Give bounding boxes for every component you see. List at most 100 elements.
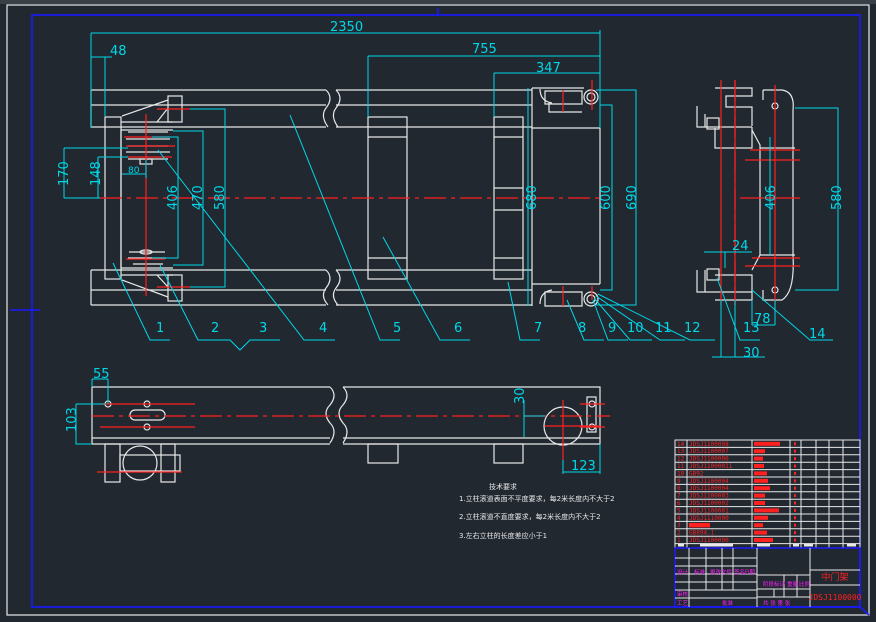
part-label-4: 4	[319, 321, 327, 336]
bom-item-code: GB92	[689, 470, 704, 477]
dim-80: 80	[128, 166, 140, 176]
part-label-6: 6	[454, 321, 462, 336]
tech-req-item: 2.立柱滚道不直度要求，每2米长度内不大于2	[459, 512, 601, 521]
bom-item-number: 1	[677, 537, 681, 544]
bom-item-qty-mark	[794, 531, 796, 535]
part-numbers: 1 2 3 4 5 6 7 8 9 10 11 12 13 14	[156, 321, 826, 342]
bom-item-number: 10	[677, 470, 685, 477]
bom-item-name-mark	[754, 464, 764, 468]
title-block: 设计 标准 更改文件 签名日期 阶段标记 重量 比例 审核工艺 批准 共 张 第 张 中门架…	[674, 547, 862, 608]
bom-item-qty-mark	[794, 486, 796, 490]
tech-req-item: 3.左右立柱的长度差应小于1	[459, 531, 547, 540]
bom-item-qty-mark	[794, 538, 796, 542]
bom-item-name-mark	[754, 501, 765, 505]
cad-drawing: 2350 48 755 347 170 148 80 406 470 580 6…	[0, 0, 876, 616]
bom-item-name-mark	[754, 478, 768, 483]
svg-text:共 张 第 张: 共 张 第 张	[763, 599, 791, 607]
part-label-12: 12	[684, 321, 701, 336]
part-label-9: 9	[608, 321, 616, 336]
bom-item-qty-mark	[794, 442, 796, 446]
dim-2350: 2350	[330, 20, 363, 35]
bom-header-cell	[847, 544, 856, 547]
bom-item-name-mark	[754, 508, 779, 513]
svg-text:更改文件: 更改文件	[710, 568, 733, 576]
bom-item-code: JDSJ11000011	[689, 463, 733, 470]
bom-item-code: JDSJ1100003	[689, 493, 729, 500]
bom-item-name-mark	[754, 449, 765, 454]
bom-header-cell	[700, 544, 733, 547]
bom-item-qty-mark	[794, 464, 796, 468]
bom-item-qty-mark	[794, 508, 796, 512]
svg-text:日期: 日期	[744, 569, 756, 576]
bom-item-number: 4	[677, 515, 681, 522]
dim-30: 30	[743, 346, 760, 361]
technical-requirements: 技术要求 1.立柱滚道表面不平度要求，每2米长度内不大于2 2.立柱滚道不直度要…	[459, 482, 615, 540]
svg-text:工艺: 工艺	[677, 600, 689, 607]
bom-item-code: GB894.1	[689, 530, 715, 537]
dim-347: 347	[536, 61, 561, 76]
dim-690: 690	[625, 185, 640, 210]
bom-item-number: 5	[677, 507, 681, 514]
dim-580: 580	[213, 185, 228, 210]
part-label-13: 13	[743, 321, 760, 336]
side-view	[696, 80, 800, 305]
bom-item-number: 3	[677, 522, 681, 529]
dim-755: 755	[472, 42, 497, 57]
bom-item-number: 9	[677, 478, 681, 485]
bom-item-qty-mark	[794, 501, 796, 505]
dim-148: 148	[89, 161, 104, 186]
bom-item-code: JDSJ1100004	[689, 478, 729, 485]
dim-600: 600	[599, 185, 614, 210]
bom-item-qty-mark	[794, 479, 796, 483]
bom-item-name-mark	[754, 523, 763, 528]
bom-item-code: JDSJ1100000	[689, 537, 729, 544]
dim-side-580: 580	[830, 185, 845, 210]
bom-item-name-mark	[754, 530, 767, 535]
bom-item-number: 2	[677, 530, 681, 537]
bom-item-name-mark	[754, 456, 763, 461]
bom-item-number: 7	[677, 493, 681, 500]
bom-item-qty-mark	[794, 471, 796, 475]
bom-item-code: JDSJ1100002	[689, 500, 729, 507]
bom-item-code: JDSJ1100007	[689, 448, 729, 455]
svg-text:批准: 批准	[722, 599, 734, 607]
part-label-7: 7	[534, 321, 542, 336]
dim-103: 103	[65, 407, 80, 432]
svg-text:设计: 设计	[677, 568, 689, 576]
bom-item-code-mark	[689, 522, 710, 528]
svg-text:比例: 比例	[799, 580, 811, 588]
bom-item-code: JDSJ1100008	[689, 441, 729, 448]
front-dimensions: 2350 48 755 347 170 148 80 406 470 580 6…	[57, 20, 640, 306]
drawing-number: JDSJ1100000	[809, 593, 862, 602]
part-label-1: 1	[156, 321, 164, 336]
svg-text:阶段标记: 阶段标记	[763, 580, 786, 588]
bom-item-qty-mark	[794, 449, 796, 453]
part-label-2: 2	[211, 321, 219, 336]
dim-24: 24	[732, 239, 749, 254]
svg-text:标准: 标准	[694, 568, 706, 576]
tech-req-title: 技术要求	[489, 482, 517, 491]
bom-item-qty-mark	[794, 516, 796, 520]
top-strip	[0, 0, 876, 4]
bom-item-number: 13	[677, 448, 685, 455]
dim-side-406: 406	[764, 185, 779, 210]
bom-item-qty-mark	[794, 494, 796, 498]
dim-680: 680	[525, 185, 540, 210]
bom-item-qty-mark	[794, 457, 796, 461]
bom-item-code: JDSJ1110000	[689, 515, 729, 522]
bom-item-name-mark	[754, 441, 780, 446]
bom-header-cell	[678, 544, 684, 547]
part-label-3: 3	[259, 321, 267, 336]
bom-item-number: 12	[677, 456, 685, 463]
dim-55: 55	[93, 367, 110, 382]
part-label-10: 10	[627, 321, 644, 336]
bom-header-cell	[793, 544, 799, 547]
bom-item-number: 14	[677, 441, 685, 448]
part-leaders	[112, 114, 833, 351]
dim-470: 470	[191, 185, 206, 210]
dim-123: 123	[571, 459, 596, 474]
bom-item-name-mark	[754, 493, 765, 498]
dim-48: 48	[110, 44, 127, 59]
bom-item-qty-mark	[794, 523, 796, 527]
part-label-8: 8	[578, 321, 586, 336]
